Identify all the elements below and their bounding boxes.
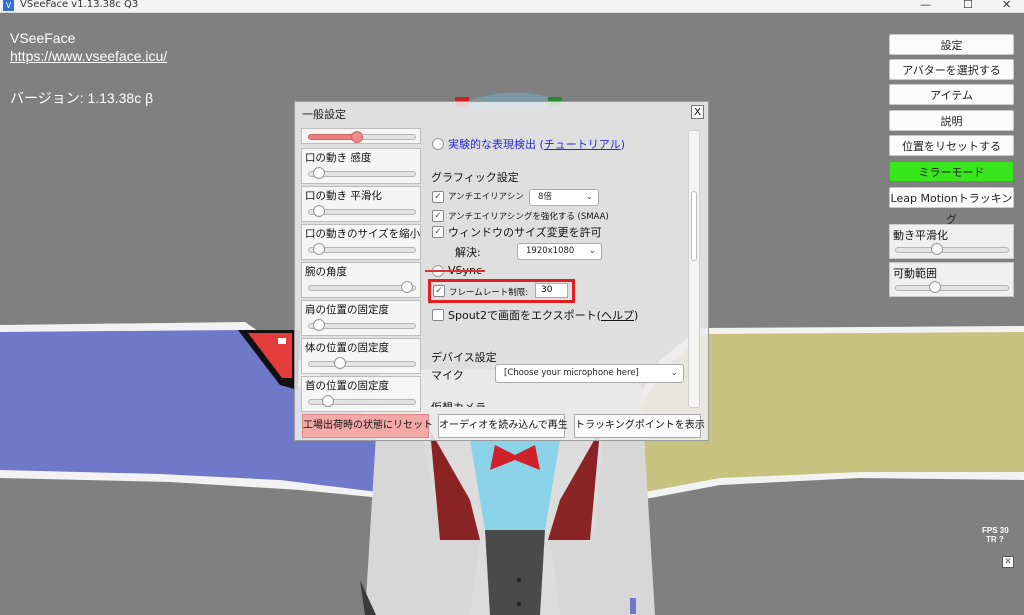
motion-smoothing-label: 動き平滑化: [893, 229, 948, 242]
shoulder-lock-label: 肩の位置の固定度: [305, 304, 389, 316]
items-button[interactable]: アイテム: [889, 84, 1014, 105]
fps-readout: FPS 30: [982, 526, 1009, 535]
dialog-close-button[interactable]: X: [691, 105, 704, 119]
maximize-button[interactable]: ☐: [963, 0, 973, 11]
resolution-select[interactable]: 1920x1080 ⌄: [517, 243, 602, 260]
general-settings-dialog: 一般設定 X 口の動き 感度 口の動き 平滑化口の動きのサイズを縮小 腕の角度肩の位…: [294, 101, 709, 441]
motion-smoothing-slider-handle[interactable]: [930, 243, 943, 255]
arm-angle-slider[interactable]: [308, 285, 416, 291]
antialias-select[interactable]: 8倍 ⌄: [529, 189, 599, 206]
mouth-sensitivity-label: 口の動き 感度: [305, 152, 372, 164]
tutorial-link[interactable]: チュートリアル: [544, 138, 621, 151]
setting-slider-handle[interactable]: [351, 131, 364, 143]
arm-angle-setting: 腕の角度: [301, 262, 421, 298]
factory-reset-button[interactable]: 工場出荷時の状態にリセット: [302, 414, 433, 438]
experimental-suffix: ): [620, 138, 625, 151]
select-avatar-button[interactable]: アバターを選択する: [889, 59, 1014, 80]
mouth-sensitivity-setting: 口の動き 感度: [301, 148, 421, 184]
mouth-smoothing-setting: 口の動き 平滑化: [301, 186, 421, 222]
settings-button[interactable]: 設定: [889, 34, 1014, 55]
version-label: バージョン: 1.13.38c β: [10, 90, 154, 106]
mouth-smoothing-slider-handle[interactable]: [312, 205, 325, 217]
shoulder-lock-slider-handle[interactable]: [312, 319, 325, 331]
resize-label: ウィンドウのサイズ変更を許可: [448, 226, 602, 239]
website-link[interactable]: https://www.vseeface.icu/: [10, 48, 167, 64]
smaa-label: アンチエイリアシングを強化する (SMAA): [448, 212, 609, 222]
neck-lock-slider-handle[interactable]: [322, 395, 335, 407]
virtual-camera-heading: 仮想カメラ: [431, 399, 486, 407]
load-audio-button[interactable]: オーディオを読み込んで再生: [438, 414, 568, 438]
window-title: VSeeFace v1.13.38c Q3: [20, 0, 139, 10]
app-name: VSeeFace: [10, 30, 76, 46]
spout-suffix: ): [633, 309, 639, 322]
show-tracking-points-button[interactable]: トラッキングポイントを表示: [574, 414, 705, 438]
framerate-input[interactable]: 30: [535, 283, 568, 298]
spout-option: Spout2で画面をエクスポート(ヘルプ): [448, 307, 638, 323]
body-lock-label: 体の位置の固定度: [305, 342, 389, 354]
body-lock-slider-handle[interactable]: [333, 357, 346, 369]
mouth-sensitivity-slider-handle[interactable]: [312, 167, 325, 179]
experimental-radio[interactable]: [432, 138, 444, 150]
motion-smoothing-panel: 動き平滑化: [889, 224, 1014, 259]
help-button[interactable]: 説明: [889, 110, 1014, 131]
mouth-size-reduction-setting: 口の動きのサイズを縮小: [301, 224, 421, 260]
antialias-checkbox[interactable]: ✓: [432, 191, 444, 203]
mouth-size-reduction-slider-handle[interactable]: [312, 243, 325, 255]
range-slider-handle[interactable]: [928, 281, 941, 293]
app-icon: V: [3, 0, 14, 11]
arm-angle-slider-handle[interactable]: [401, 281, 414, 293]
motion-smoothing-slider[interactable]: [895, 247, 1009, 253]
reset-position-button[interactable]: 位置をリセットする: [889, 135, 1014, 156]
framerate-label: フレームレート制限:: [449, 288, 529, 298]
experimental-label: 実験的な表現検出 (: [448, 138, 544, 151]
tr-readout: TR ?: [986, 535, 1004, 544]
spout-label: Spout2で画面をエクスポート(: [448, 309, 601, 322]
scrollbar-thumb[interactable]: [691, 191, 697, 261]
body-lock-setting: 体の位置の固定度: [301, 338, 421, 374]
resolution-value: 1920x1080: [526, 246, 575, 256]
range-slider[interactable]: [895, 285, 1009, 291]
leap-motion-button[interactable]: Leap Motionトラッキング: [889, 187, 1014, 226]
antialias-label: アンチエイリアシン: [448, 192, 524, 202]
spout-checkbox[interactable]: [432, 309, 444, 321]
mic-select[interactable]: [Choose your microphone here] ⌄: [495, 364, 684, 383]
mic-label: マイク: [431, 369, 464, 382]
resolution-label: 解決:: [455, 246, 481, 259]
neck-lock-label: 首の位置の固定度: [305, 380, 389, 392]
strike-mark: [425, 270, 485, 272]
mouth-smoothing-label: 口の動き 平滑化: [305, 190, 382, 202]
minimize-button[interactable]: —: [920, 0, 931, 11]
resize-checkbox[interactable]: ✓: [432, 226, 444, 238]
settings-scrollbar[interactable]: [688, 130, 700, 408]
neck-lock-setting: 首の位置の固定度: [301, 376, 421, 412]
spout-help-link[interactable]: ヘルプ: [601, 309, 634, 322]
range-panel: 可動範囲: [889, 262, 1014, 297]
device-heading: デバイス設定: [431, 351, 497, 364]
chevron-down-icon: ⌄: [585, 192, 593, 202]
close-window-button[interactable]: ✕: [1002, 0, 1011, 11]
body-lock-slider[interactable]: [308, 361, 416, 367]
experimental-option[interactable]: 実験的な表現検出 (チュートリアル): [448, 136, 625, 152]
mirror-mode-button[interactable]: ミラーモード: [889, 161, 1014, 182]
window-titlebar: V VSeeFace v1.13.38c Q3 — ☐ ✕: [0, 0, 1024, 13]
smaa-checkbox[interactable]: ✓: [432, 210, 444, 222]
shoulder-lock-setting: 肩の位置の固定度: [301, 300, 421, 336]
range-label: 可動範囲: [893, 267, 937, 280]
mouth-size-reduction-label: 口の動きのサイズを縮小: [305, 228, 421, 240]
chevron-down-icon: ⌄: [588, 246, 596, 256]
antialias-value: 8倍: [538, 192, 552, 202]
framerate-checkbox[interactable]: ✓: [433, 285, 445, 297]
close-overlay-icon[interactable]: ✕: [1002, 556, 1014, 568]
mic-value: [Choose your microphone here]: [504, 368, 639, 378]
arm-angle-label: 腕の角度: [305, 266, 347, 278]
dialog-title: 一般設定: [302, 108, 346, 121]
graphics-heading: グラフィック設定: [431, 171, 519, 184]
chevron-down-icon: ⌄: [670, 368, 678, 378]
setting-slider-box: [301, 128, 421, 144]
